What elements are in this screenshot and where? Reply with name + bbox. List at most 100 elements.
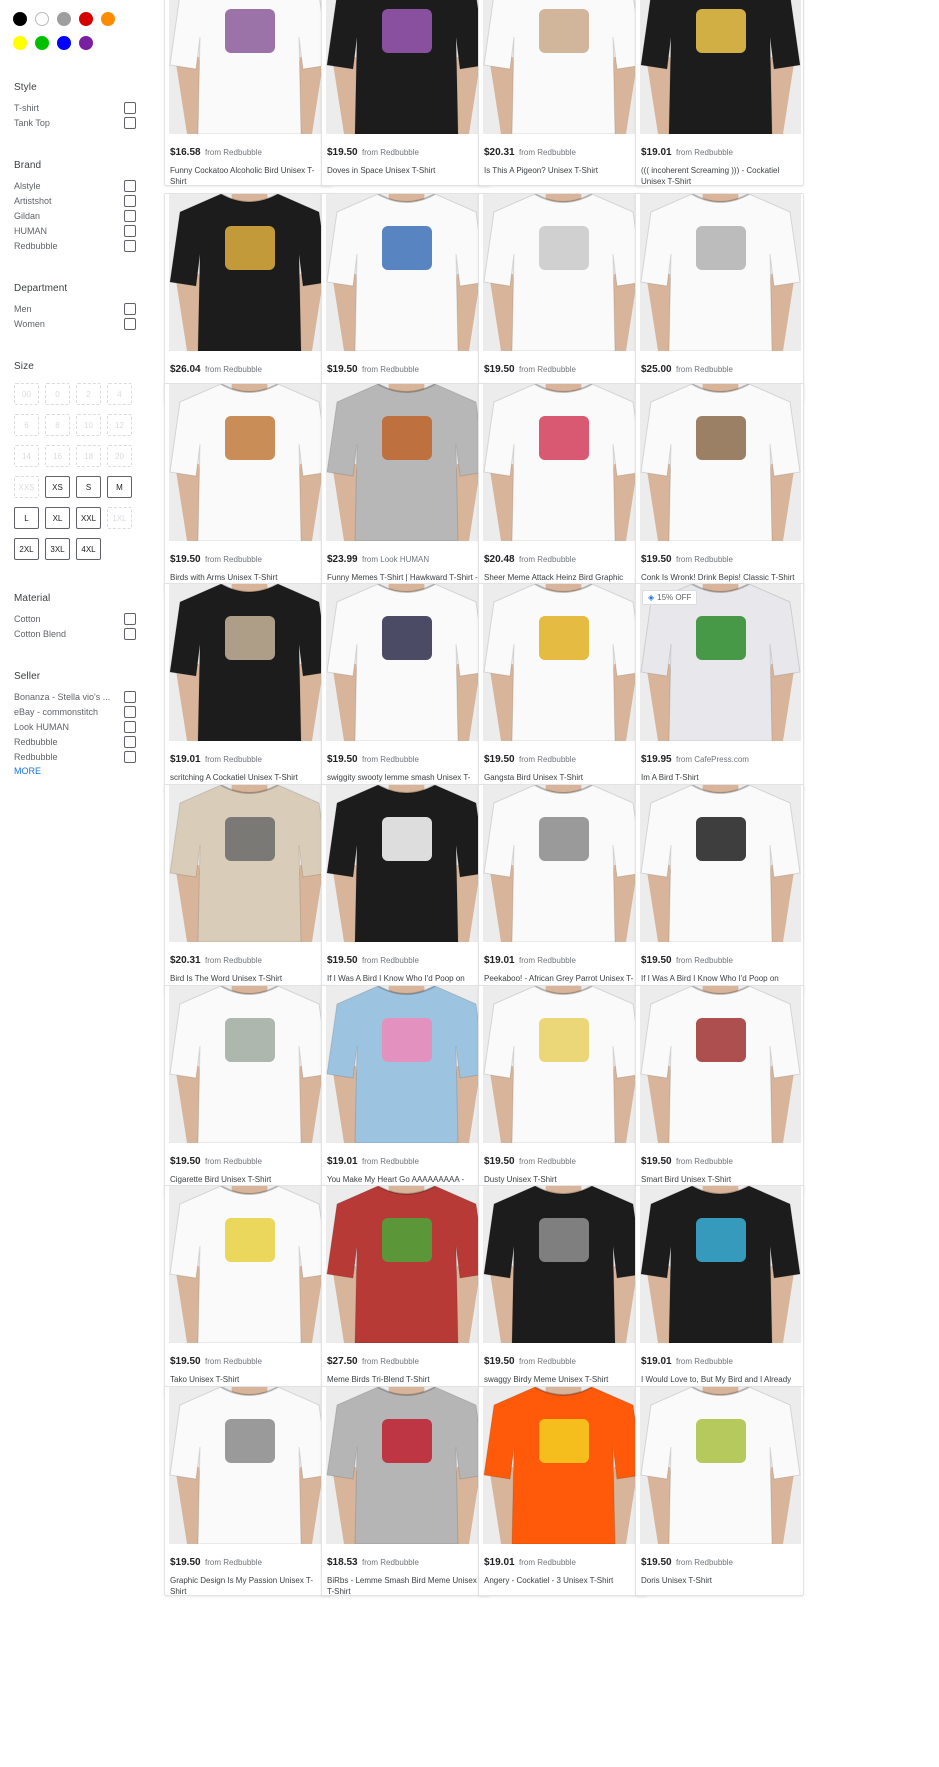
color-swatch-green[interactable] (35, 36, 49, 50)
size-button-xxl[interactable]: XXL (76, 507, 101, 529)
product-image[interactable] (326, 785, 487, 942)
product-card[interactable]: $20.48 from Redbubble Sheer Meme Attack H… (478, 383, 647, 593)
department-option[interactable]: Men (14, 301, 136, 316)
product-card[interactable]: $19.50 from Redbubble Cigarette Bird Unis… (164, 985, 333, 1195)
product-title[interactable]: ((( incoherent Screaming ))) - Cockatiel… (641, 165, 799, 185)
seller-option[interactable]: Look HUMAN (14, 719, 136, 734)
product-title[interactable]: Im A Bird T-Shirt (641, 772, 799, 783)
product-card[interactable]: $27.50 from Redbubble Meme Birds Tri-Blen… (321, 1185, 490, 1395)
department-checkbox[interactable] (124, 302, 136, 315)
product-card[interactable]: $19.01 from Redbubble You Make My Heart G… (321, 985, 490, 1195)
size-button-m[interactable]: M (107, 476, 132, 498)
color-swatch-black[interactable] (13, 12, 27, 26)
color-swatch-purple[interactable] (79, 36, 93, 50)
product-image[interactable] (326, 194, 487, 351)
brand-option[interactable]: HUMAN (14, 223, 136, 238)
product-title[interactable]: Smart Bird Unisex T-Shirt (641, 1174, 799, 1185)
product-image[interactable] (483, 785, 644, 942)
color-swatch-white[interactable] (35, 12, 49, 26)
product-image[interactable] (169, 986, 330, 1143)
product-title[interactable]: Funny Cockatoo Alcoholic Bird Unisex T-S… (170, 165, 328, 185)
product-card[interactable]: $19.01 from Redbubble I Would Love to, Bu… (635, 1185, 804, 1395)
product-image[interactable] (640, 785, 801, 942)
product-card[interactable]: $19.50 from RedbubbleBluebird Classic T-… (321, 193, 490, 403)
product-card[interactable]: $26.04 from RedbubbleBird Meme Women's T… (164, 193, 333, 403)
seller-checkbox[interactable] (124, 705, 136, 718)
product-card[interactable]: $19.50 from Redbubble swaggy Birdy Meme U… (478, 1185, 647, 1395)
product-image[interactable] (326, 1387, 487, 1544)
seller-checkbox[interactable] (124, 750, 136, 763)
product-image[interactable] (326, 0, 487, 134)
product-card[interactable]: $16.58 from Redbubble Funny Cockatoo Alco… (164, 0, 333, 186)
size-button-xl[interactable]: XL (45, 507, 70, 529)
size-button-l[interactable]: L (14, 507, 39, 529)
style-option[interactable]: T-shirt (14, 100, 136, 115)
seller-more-link[interactable]: MORE (14, 766, 136, 776)
style-checkbox[interactable] (124, 116, 136, 129)
style-option[interactable]: Tank Top (14, 115, 136, 130)
product-title[interactable]: Graphic Design Is My Passion Unisex T-Sh… (170, 1575, 328, 1595)
brand-option[interactable]: Gildan (14, 208, 136, 223)
product-card[interactable]: ◈ 15% OFF $19.95 from CafePress.com Im A Bi… (635, 583, 804, 793)
material-checkbox[interactable] (124, 612, 136, 625)
color-swatch-yellow[interactable] (13, 36, 27, 50)
product-image[interactable] (169, 1387, 330, 1544)
product-card[interactable]: $19.50 from RedbubbleFat Bird Unisex T-S… (478, 193, 647, 403)
product-title[interactable]: Tako Unisex T-Shirt (170, 1374, 328, 1385)
size-button-3xl[interactable]: 3XL (45, 538, 70, 560)
product-image[interactable] (326, 384, 487, 541)
style-checkbox[interactable] (124, 101, 136, 114)
product-title[interactable]: Angery - Cockatiel - 3 Unisex T-Shirt (484, 1575, 642, 1586)
product-image[interactable] (169, 584, 330, 741)
product-image[interactable] (326, 986, 487, 1143)
department-checkbox[interactable] (124, 317, 136, 330)
product-card[interactable]: $19.50 from Redbubble Gangsta Bird Unisex… (478, 583, 647, 793)
product-image[interactable] (483, 986, 644, 1143)
product-card[interactable]: $19.50 from Redbubble Smart Bird Unisex T… (635, 985, 804, 1195)
product-card[interactable]: $20.31 from Redbubble Bird Is The Word Un… (164, 784, 333, 994)
size-button-s[interactable]: S (76, 476, 101, 498)
product-image[interactable] (483, 584, 644, 741)
material-checkbox[interactable] (124, 627, 136, 640)
product-image[interactable] (640, 194, 801, 351)
product-image[interactable] (640, 1387, 801, 1544)
product-image[interactable] (483, 0, 644, 134)
product-image[interactable] (483, 1186, 644, 1343)
seller-option[interactable]: Bonanza - Stella vio's ... (14, 689, 136, 704)
product-card[interactable]: $19.50 from Redbubble Conk Is Wronk! Drin… (635, 383, 804, 593)
brand-checkbox[interactable] (124, 194, 136, 207)
brand-option[interactable]: Alstyle (14, 178, 136, 193)
product-card[interactable]: $19.50 from Redbubble swiggity swooty lem… (321, 583, 490, 793)
seller-checkbox[interactable] (124, 735, 136, 748)
size-button-2xl[interactable]: 2XL (14, 538, 39, 560)
material-option[interactable]: Cotton (14, 611, 136, 626)
department-option[interactable]: Women (14, 316, 136, 331)
seller-option[interactable]: eBay - commonstitch (14, 704, 136, 719)
product-title[interactable]: Birds with Arms Unisex T-Shirt (170, 572, 328, 583)
product-title[interactable]: Meme Birds Tri-Blend T-Shirt (327, 1374, 485, 1385)
product-image[interactable] (640, 0, 801, 134)
brand-checkbox[interactable] (124, 224, 136, 237)
product-card[interactable]: $19.50 from Redbubble Doris Unisex T-Shir… (635, 1386, 804, 1596)
product-image[interactable] (169, 785, 330, 942)
product-image[interactable] (640, 584, 801, 741)
seller-checkbox[interactable] (124, 690, 136, 703)
product-card[interactable]: $18.53 from Redbubble BiRbs - Lemme Smash… (321, 1386, 490, 1596)
color-swatch-red[interactable] (79, 12, 93, 26)
product-image[interactable] (640, 384, 801, 541)
seller-option[interactable]: Redbubble (14, 734, 136, 749)
product-title[interactable]: scritching A Cockatiel Unisex T-Shirt (170, 772, 328, 783)
product-card[interactable]: $19.50 from Redbubble Dusty Unisex T-Shir… (478, 985, 647, 1195)
product-card[interactable]: $23.99 from Look HUMAN Funny Memes T-Shir… (321, 383, 490, 593)
product-card[interactable]: $19.50 from Redbubble If I Was A Bird I K… (635, 784, 804, 994)
brand-checkbox[interactable] (124, 179, 136, 192)
product-title[interactable]: Doves in Space Unisex T-Shirt (327, 165, 485, 176)
brand-option[interactable]: Artistshot (14, 193, 136, 208)
product-card[interactable]: $19.01 from Redbubble Peekaboo! - African… (478, 784, 647, 994)
seller-checkbox[interactable] (124, 720, 136, 733)
product-card[interactable]: $19.01 from Redbubble Angery - Cockatiel … (478, 1386, 647, 1596)
size-button-xs[interactable]: XS (45, 476, 70, 498)
product-card[interactable]: $20.31 from Redbubble Is This A Pigeon? U… (478, 0, 647, 186)
size-button-4xl[interactable]: 4XL (76, 538, 101, 560)
product-image[interactable] (483, 194, 644, 351)
